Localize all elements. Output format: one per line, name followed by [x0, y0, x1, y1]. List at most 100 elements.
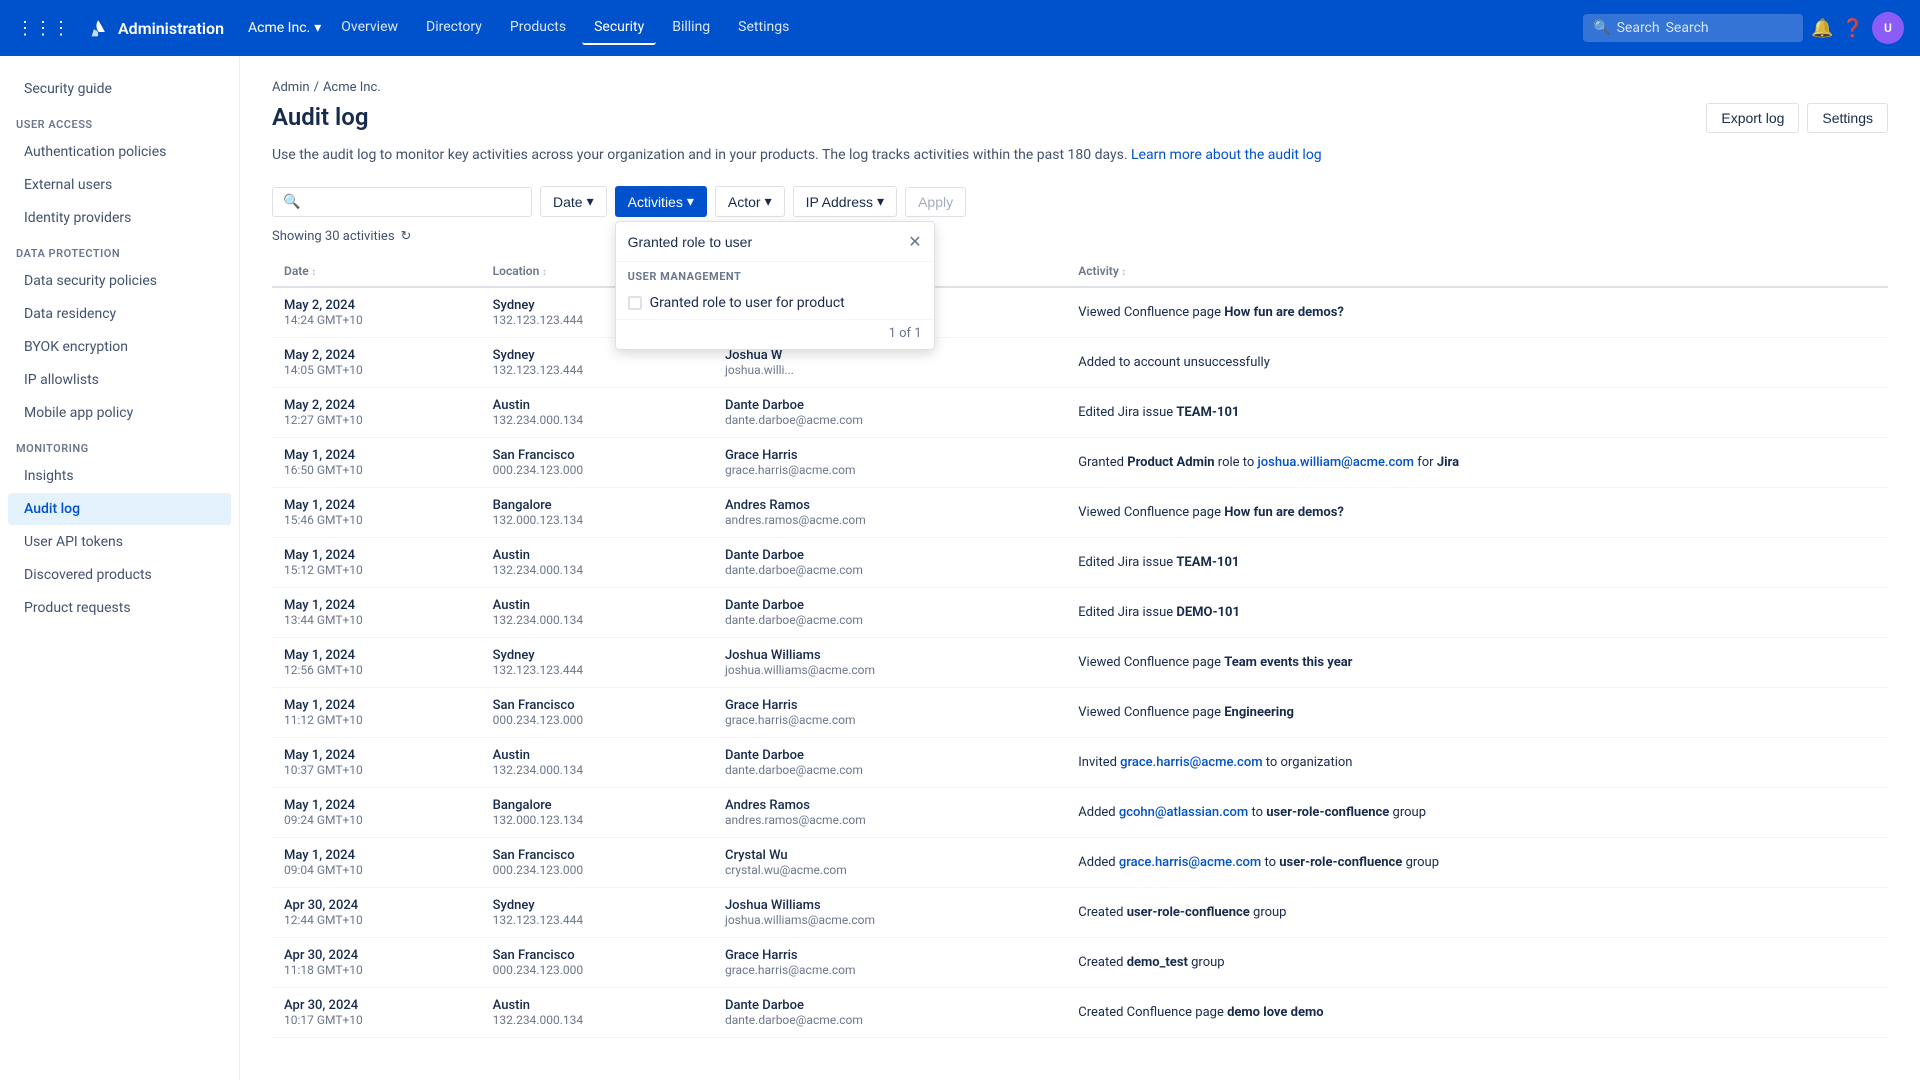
top-navigation: ⋮⋮⋮ Administration Acme Inc. ▾ Overview … — [0, 0, 1920, 56]
nav-security[interactable]: Security — [582, 11, 656, 45]
sidebar-item-audit-log[interactable]: Audit log — [8, 493, 231, 525]
sidebar-label: BYOK encryption — [24, 339, 128, 355]
table-search[interactable]: 🔍 — [272, 187, 532, 217]
showing-count: Showing 30 activities ↻ — [272, 229, 1888, 244]
cell-date: May 1, 2024 15:46 GMT+10 — [272, 488, 481, 538]
sidebar-item-discovered-products[interactable]: Discovered products — [8, 559, 231, 591]
activities-chevron-icon: ▾ — [687, 193, 694, 210]
cell-date: Apr 30, 2024 12:44 GMT+10 — [272, 888, 481, 938]
ip-address-filter-button[interactable]: IP Address ▾ — [793, 186, 897, 217]
cell-location: Bangalore 132.000.123.134 — [481, 788, 713, 838]
sidebar-item-data-residency[interactable]: Data residency — [8, 298, 231, 330]
nav-links: Overview Directory Products Security Bil… — [329, 11, 1583, 45]
dropdown-item-granted-role[interactable]: Granted role to user for product — [616, 287, 934, 319]
activities-dropdown: ✕ USER MANAGEMENT Granted role to user f… — [615, 221, 935, 350]
cell-activity: Edited Jira issue TEAM-101 — [1066, 388, 1888, 438]
cell-location: Austin 132.234.000.134 — [481, 388, 713, 438]
sidebar-item-external-users[interactable]: External users — [8, 169, 231, 201]
sidebar-item-ip-allowlists[interactable]: IP allowlists — [8, 364, 231, 396]
sidebar-label: External users — [24, 177, 112, 193]
cell-actor: Dante Darboe dante.darboe@acme.com — [713, 388, 1066, 438]
dropdown-search-input[interactable] — [628, 234, 901, 250]
table-row: May 1, 2024 13:44 GMT+10 Austin 132.234.… — [272, 588, 1888, 638]
sidebar-section-monitoring: MONITORING — [0, 430, 239, 459]
nav-billing[interactable]: Billing — [660, 11, 722, 45]
cell-activity: Viewed Confluence page Team events this … — [1066, 638, 1888, 688]
org-name: Acme Inc. — [248, 20, 310, 36]
sidebar-item-byok[interactable]: BYOK encryption — [8, 331, 231, 363]
col-date[interactable]: Date — [272, 256, 481, 287]
sidebar-label: Security guide — [24, 81, 112, 97]
cell-date: May 1, 2024 16:50 GMT+10 — [272, 438, 481, 488]
actor-filter-button[interactable]: Actor ▾ — [715, 186, 785, 217]
sidebar-label: Mobile app policy — [24, 405, 133, 421]
cell-date: May 2, 2024 12:27 GMT+10 — [272, 388, 481, 438]
cell-date: May 1, 2024 13:44 GMT+10 — [272, 588, 481, 638]
search-input[interactable] — [306, 194, 521, 210]
cell-activity: Added to account unsuccessfully — [1066, 338, 1888, 388]
cell-activity: Created Confluence page demo love demo — [1066, 988, 1888, 1038]
nav-settings[interactable]: Settings — [726, 11, 801, 45]
cell-activity: Viewed Confluence page Engineering — [1066, 688, 1888, 738]
table-row: Apr 30, 2024 11:18 GMT+10 San Francisco … — [272, 938, 1888, 988]
dropdown-clear-icon[interactable]: ✕ — [908, 232, 921, 251]
cell-activity: Viewed Confluence page How fun are demos… — [1066, 488, 1888, 538]
global-search[interactable]: 🔍 Search Search — [1583, 14, 1803, 42]
main-content: Admin / Acme Inc. Audit log Export log S… — [240, 56, 1920, 1062]
atlassian-logo: Administration — [86, 16, 224, 40]
table-row: May 1, 2024 11:12 GMT+10 San Francisco 0… — [272, 688, 1888, 738]
nav-overview[interactable]: Overview — [329, 11, 410, 45]
cell-location: Austin 132.234.000.134 — [481, 988, 713, 1038]
table-row: May 2, 2024 14:24 GMT+10 Sydney 132.123.… — [272, 287, 1888, 338]
sidebar-label: Product requests — [24, 600, 131, 616]
cell-location: San Francisco 000.234.123.000 — [481, 688, 713, 738]
cell-location: San Francisco 000.234.123.000 — [481, 838, 713, 888]
settings-button[interactable]: Settings — [1807, 103, 1888, 133]
sidebar-item-mobile-app[interactable]: Mobile app policy — [8, 397, 231, 429]
cell-date: May 1, 2024 09:24 GMT+10 — [272, 788, 481, 838]
cell-date: Apr 30, 2024 11:18 GMT+10 — [272, 938, 481, 988]
search-icon: 🔍 — [1593, 20, 1610, 36]
export-log-button[interactable]: Export log — [1706, 103, 1799, 133]
sidebar-item-user-api-tokens[interactable]: User API tokens — [8, 526, 231, 558]
sidebar-item-insights[interactable]: Insights — [8, 460, 231, 492]
help-icon[interactable]: ❓ — [1842, 18, 1864, 39]
actor-chevron-icon: ▾ — [765, 193, 772, 210]
sidebar-item-security-guide[interactable]: Security guide — [8, 73, 231, 105]
cell-date: May 2, 2024 14:05 GMT+10 — [272, 338, 481, 388]
dropdown-search-bar: ✕ — [616, 222, 934, 262]
cell-date: May 2, 2024 14:24 GMT+10 — [272, 287, 481, 338]
learn-more-link[interactable]: Learn more about the audit log — [1131, 147, 1322, 163]
table-header: Date Location Actor Activity — [272, 256, 1888, 287]
cell-date: May 1, 2024 11:12 GMT+10 — [272, 688, 481, 738]
org-selector[interactable]: Acme Inc. ▾ — [248, 20, 321, 36]
user-avatar[interactable]: U — [1872, 12, 1904, 44]
nav-directory[interactable]: Directory — [414, 11, 494, 45]
audit-table: Date Location Actor Activity May 2, 2024… — [272, 256, 1888, 1038]
date-filter-button[interactable]: Date ▾ — [540, 186, 607, 217]
apply-button[interactable]: Apply — [905, 187, 966, 217]
refresh-icon[interactable]: ↻ — [401, 229, 412, 244]
sidebar-item-identity-providers[interactable]: Identity providers — [8, 202, 231, 234]
table-row: Apr 30, 2024 10:17 GMT+10 Austin 132.234… — [272, 988, 1888, 1038]
breadcrumb-admin[interactable]: Admin — [272, 80, 310, 95]
table-row: May 1, 2024 12:56 GMT+10 Sydney 132.123.… — [272, 638, 1888, 688]
cell-activity: Granted Product Admin role to joshua.wil… — [1066, 438, 1888, 488]
table-row: May 1, 2024 15:46 GMT+10 Bangalore 132.0… — [272, 488, 1888, 538]
breadcrumb-org[interactable]: Acme Inc. — [323, 80, 381, 95]
sidebar-label: Data security policies — [24, 273, 157, 289]
notifications-icon[interactable]: 🔔 — [1811, 18, 1833, 39]
date-chevron-icon: ▾ — [587, 193, 594, 210]
nav-products[interactable]: Products — [498, 11, 578, 45]
cell-activity: Edited Jira issue TEAM-101 — [1066, 538, 1888, 588]
sidebar-item-auth-policies[interactable]: Authentication policies — [8, 136, 231, 168]
sidebar-label: IP allowlists — [24, 372, 99, 388]
search-label: Search — [1666, 20, 1709, 36]
apps-grid-icon[interactable]: ⋮⋮⋮ — [16, 18, 70, 39]
sidebar-item-data-security[interactable]: Data security policies — [8, 265, 231, 297]
activities-filter-button[interactable]: Activities ▾ — [615, 186, 707, 217]
cell-date: May 1, 2024 10:37 GMT+10 — [272, 738, 481, 788]
sidebar-item-product-requests[interactable]: Product requests — [8, 592, 231, 624]
cell-actor: Grace Harris grace.harris@acme.com — [713, 438, 1066, 488]
cell-location: Bangalore 132.000.123.134 — [481, 488, 713, 538]
